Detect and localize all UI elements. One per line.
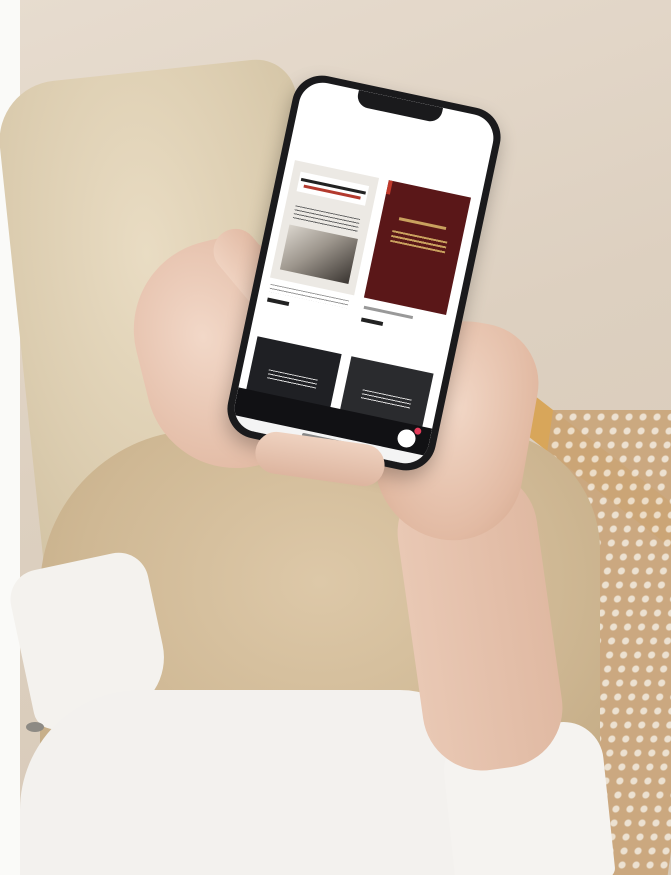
card-1-header [296, 171, 370, 206]
product-card-2[interactable] [363, 180, 472, 315]
shirt-button [26, 722, 44, 732]
card-1-price [266, 297, 290, 307]
card-3-text-lines [266, 369, 318, 390]
card-2-tag [383, 180, 393, 195]
white-shirt [20, 690, 490, 875]
card-4-text-lines [360, 389, 412, 410]
notification-badge [413, 426, 422, 436]
card-2-text-lines [390, 229, 448, 254]
card-2-caption [363, 305, 414, 320]
product-card-1[interactable] [269, 160, 380, 296]
card-2-title-bar [398, 217, 447, 231]
photo-scene [0, 0, 671, 875]
card-1-photo [279, 224, 358, 284]
card-2-price [360, 317, 384, 326]
status-bar [301, 80, 498, 135]
